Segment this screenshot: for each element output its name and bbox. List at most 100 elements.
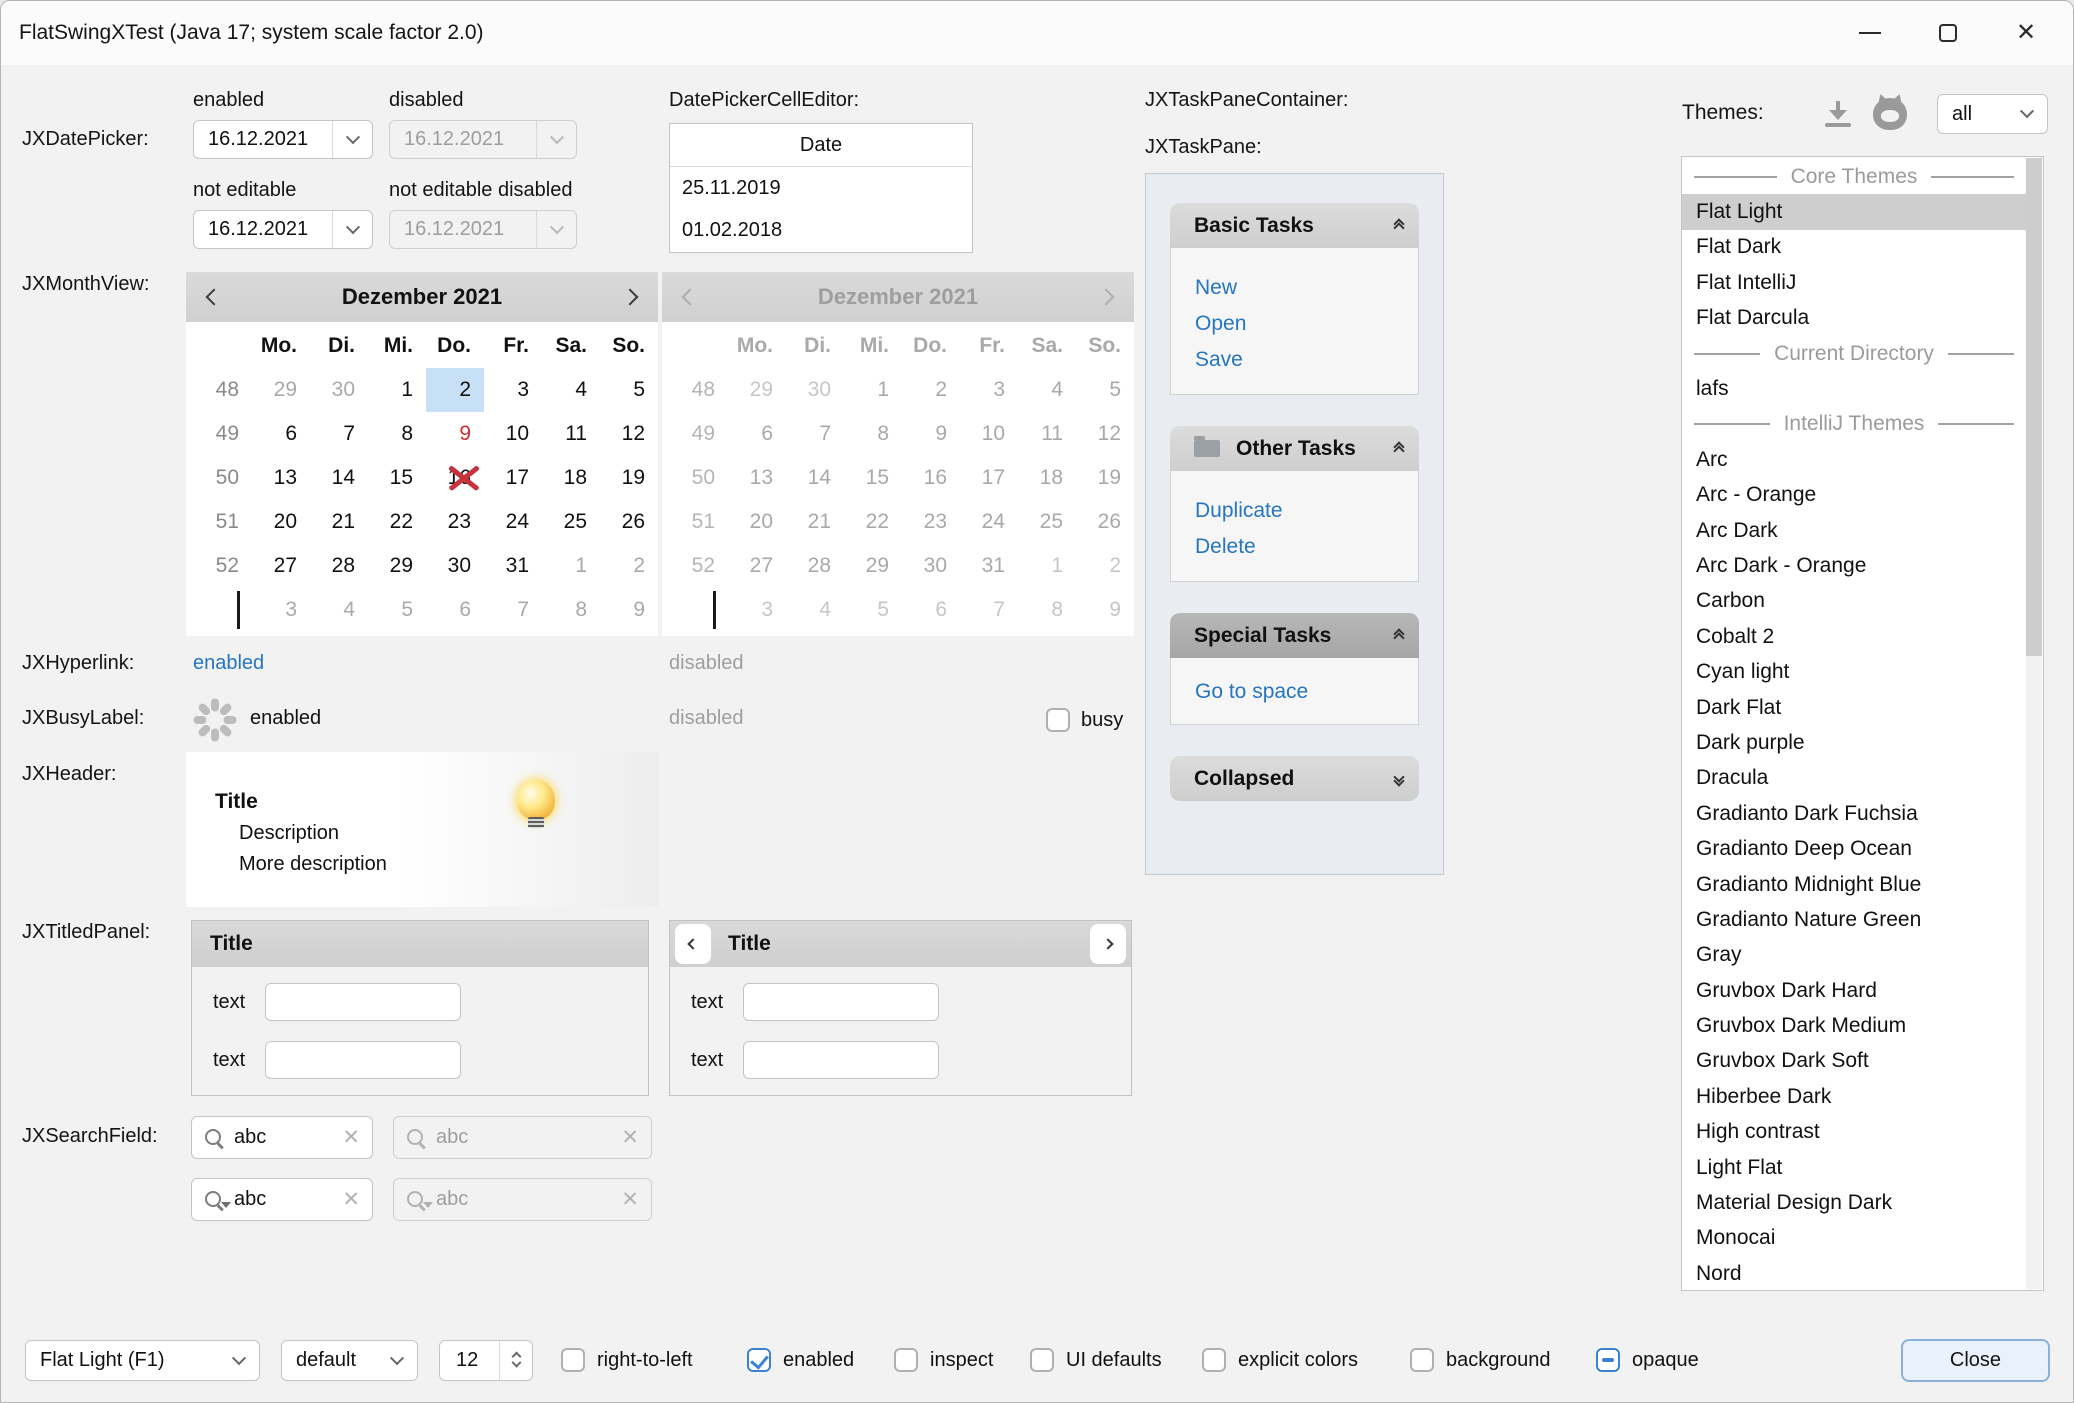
day-cell[interactable]: 12	[600, 412, 658, 456]
datepicker-enabled[interactable]: 16.12.2021	[193, 120, 373, 159]
hyperlink-enabled[interactable]: enabled	[193, 652, 264, 675]
laf-combobox[interactable]: Flat Light (F1)	[25, 1340, 260, 1381]
next-month-button[interactable]	[602, 272, 658, 322]
day-cell[interactable]: 13	[252, 456, 310, 500]
theme-list-item[interactable]: Cyan light	[1682, 654, 2026, 689]
theme-list-item[interactable]: Gruvbox Dark Hard	[1682, 973, 2026, 1008]
day-cell[interactable]: 9	[600, 588, 658, 632]
taskpane-link[interactable]: Delete	[1171, 529, 1418, 565]
day-cell[interactable]: 17	[484, 456, 542, 500]
theme-list-item[interactable]: Gruvbox Dark Medium	[1682, 1008, 2026, 1043]
collapse-icon[interactable]	[1395, 630, 1403, 642]
searchfield-enabled[interactable]: abc ✕	[191, 1116, 373, 1159]
taskpane-titlebar[interactable]: Collapsed	[1170, 756, 1419, 801]
font-combobox[interactable]: default	[281, 1340, 418, 1381]
day-cell[interactable]: 22	[368, 500, 426, 544]
scrollbar-thumb[interactable]	[2026, 158, 2042, 656]
day-cell[interactable]: 21	[310, 500, 368, 544]
day-cell[interactable]: 5	[600, 368, 658, 412]
busy-checkbox[interactable]	[1046, 708, 1070, 732]
taskpane-link[interactable]: New	[1171, 270, 1418, 306]
minimize-button[interactable]	[1831, 1, 1909, 65]
day-cell[interactable]: 9	[426, 412, 484, 456]
day-cell[interactable]: 29	[252, 368, 310, 412]
spinner-buttons[interactable]	[499, 1341, 532, 1380]
theme-list-item[interactable]: Material Design Dark	[1682, 1185, 2026, 1220]
day-cell[interactable]: 24	[484, 500, 542, 544]
day-cell[interactable]: 29	[368, 544, 426, 588]
theme-list-item[interactable]: Cobalt 2	[1682, 619, 2026, 654]
taskpane-link[interactable]: Duplicate	[1171, 493, 1418, 529]
search-dropdown-icon[interactable]	[204, 1190, 224, 1210]
close-button[interactable]: Close	[1901, 1339, 2050, 1382]
themes-filter-combobox[interactable]: all	[1937, 94, 2048, 134]
day-cell[interactable]: 28	[310, 544, 368, 588]
prev-month-button[interactable]	[186, 272, 242, 322]
taskpane-link[interactable]: Open	[1171, 306, 1418, 342]
right-to-left-checkbox[interactable]	[561, 1348, 585, 1372]
datepicker-not-editable[interactable]: 16.12.2021	[193, 210, 373, 249]
opaque-checkbox[interactable]	[1596, 1348, 1620, 1372]
maximize-button[interactable]	[1909, 1, 1987, 65]
day-cell[interactable]: 23	[426, 500, 484, 544]
theme-list-item[interactable]: Dracula	[1682, 761, 2026, 796]
theme-list-item[interactable]: Flat Darcula	[1682, 301, 2026, 336]
theme-list-item[interactable]: Arc Dark - Orange	[1682, 548, 2026, 583]
day-cell[interactable]: 5	[368, 588, 426, 632]
day-cell[interactable]: 14	[310, 456, 368, 500]
text-input[interactable]	[743, 983, 939, 1021]
clear-icon[interactable]: ✕	[342, 1187, 360, 1212]
theme-list-item[interactable]: Gradianto Dark Fuchsia	[1682, 796, 2026, 831]
explicit-colors-checkbox[interactable]	[1202, 1348, 1226, 1372]
day-cell[interactable]: 16	[426, 456, 484, 500]
taskpane-titlebar[interactable]: Special Tasks	[1170, 613, 1419, 658]
day-cell[interactable]: 31	[484, 544, 542, 588]
day-cell[interactable]: 6	[252, 412, 310, 456]
theme-list-item[interactable]: Arc Dark	[1682, 513, 2026, 548]
expand-icon[interactable]	[1395, 773, 1403, 785]
theme-list-item[interactable]: Gruvbox Dark Soft	[1682, 1044, 2026, 1079]
day-cell[interactable]: 20	[252, 500, 310, 544]
day-cell[interactable]: 26	[600, 500, 658, 544]
theme-list-item[interactable]: Carbon	[1682, 584, 2026, 619]
taskpane-titlebar[interactable]: Basic Tasks	[1170, 203, 1419, 248]
theme-list-item[interactable]: High contrast	[1682, 1115, 2026, 1150]
font-size-spinner[interactable]: 12	[439, 1340, 533, 1381]
table-row[interactable]: 25.11.2019	[670, 167, 972, 209]
taskpane-link[interactable]: Go to space	[1171, 674, 1418, 710]
theme-list-item[interactable]: Gradianto Midnight Blue	[1682, 867, 2026, 902]
day-cell[interactable]: 8	[368, 412, 426, 456]
theme-list-item[interactable]: Nord	[1682, 1256, 2026, 1291]
taskpane-link[interactable]: Save	[1171, 342, 1418, 378]
theme-list-item[interactable]: Gray	[1682, 938, 2026, 973]
taskpane-titlebar[interactable]: Other Tasks	[1170, 426, 1419, 471]
day-cell[interactable]: 30	[310, 368, 368, 412]
theme-list-item[interactable]: Dark Flat	[1682, 690, 2026, 725]
day-cell[interactable]: 30	[426, 544, 484, 588]
datepicker-dropdown-button[interactable]	[332, 121, 372, 158]
day-cell[interactable]: 10	[484, 412, 542, 456]
titledpanel-next-button[interactable]	[1090, 924, 1126, 964]
searchfield-dropdown-enabled[interactable]: abc ✕	[191, 1178, 373, 1221]
UI-defaults-checkbox[interactable]	[1030, 1348, 1054, 1372]
day-cell[interactable]: 2	[600, 544, 658, 588]
inspect-checkbox[interactable]	[894, 1348, 918, 1372]
day-cell[interactable]: 3	[252, 588, 310, 632]
theme-list-item[interactable]: Flat IntelliJ	[1682, 265, 2026, 300]
monthview-enabled[interactable]: Dezember 2021Mo.Di.Mi.Do.Fr.Sa.So.482930…	[186, 272, 658, 636]
table-row[interactable]: 01.02.2018	[670, 209, 972, 251]
day-cell[interactable]: 19	[600, 456, 658, 500]
day-cell[interactable]: 1	[368, 368, 426, 412]
theme-list-item[interactable]: Gradianto Nature Green	[1682, 902, 2026, 937]
text-input[interactable]	[743, 1041, 939, 1079]
day-cell[interactable]: 27	[252, 544, 310, 588]
day-cell[interactable]: 3	[484, 368, 542, 412]
day-cell[interactable]: 7	[484, 588, 542, 632]
collapse-icon[interactable]	[1395, 443, 1403, 455]
clear-icon[interactable]: ✕	[342, 1125, 360, 1150]
day-cell[interactable]: 8	[542, 588, 600, 632]
titledpanel-prev-button[interactable]	[675, 924, 711, 964]
table-column-header[interactable]: Date	[670, 124, 972, 167]
theme-list-item[interactable]: lafs	[1682, 371, 2026, 406]
theme-list-item[interactable]: Gradianto Deep Ocean	[1682, 831, 2026, 866]
